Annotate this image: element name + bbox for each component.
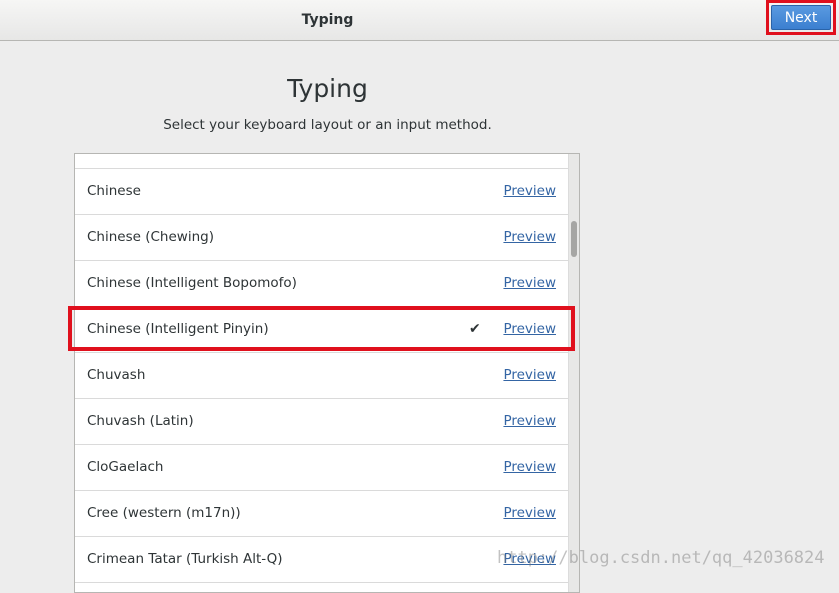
list-item-label: Chinese (Intelligent Bopomofo)	[87, 275, 297, 291]
list-item[interactable]: Cree (western (m17n)) Preview	[75, 491, 568, 537]
page-subtitle: Select your keyboard layout or an input …	[163, 117, 492, 133]
list-item-label: Chuvash	[87, 367, 146, 383]
layout-list-content: Chinese Preview Chinese (Chewing) Previe…	[75, 154, 568, 583]
header-title: Typing	[301, 12, 354, 28]
scrollbar[interactable]	[568, 154, 579, 592]
preview-link[interactable]: Preview	[503, 307, 556, 352]
keyboard-layout-list[interactable]: Chinese Preview Chinese (Chewing) Previe…	[74, 153, 580, 593]
list-item-label: Chinese	[87, 183, 141, 199]
preview-link[interactable]: Preview	[503, 491, 556, 536]
next-button[interactable]: Next	[771, 5, 831, 30]
list-item[interactable]: Chinese (Intelligent Bopomofo) Preview	[75, 261, 568, 307]
list-item-label: Chinese (Chewing)	[87, 229, 214, 245]
list-item-label: Chinese (Intelligent Pinyin)	[87, 321, 269, 337]
list-item[interactable]: Chuvash Preview	[75, 353, 568, 399]
list-item[interactable]: CloGaelach Preview	[75, 445, 568, 491]
preview-link[interactable]: Preview	[503, 261, 556, 306]
preview-link[interactable]: Preview	[503, 215, 556, 260]
list-item-label: CloGaelach	[87, 459, 164, 475]
preview-link[interactable]: Preview	[503, 445, 556, 490]
list-item-partial	[75, 154, 568, 169]
page-title: Typing	[287, 74, 368, 103]
list-item-label: Crimean Tatar (Turkish Alt-Q)	[87, 551, 283, 567]
list-item-label: Cree (western (m17n))	[87, 505, 241, 521]
preview-link[interactable]: Preview	[503, 169, 556, 214]
next-button-highlight: Next	[766, 0, 836, 35]
list-item-selected[interactable]: Chinese (Intelligent Pinyin) ✔ Preview	[75, 307, 568, 353]
preview-link[interactable]: Preview	[503, 537, 556, 582]
scrollbar-thumb[interactable]	[571, 221, 577, 257]
preview-link[interactable]: Preview	[503, 353, 556, 398]
list-item[interactable]: Chinese Preview	[75, 169, 568, 215]
header-bar: Typing Next	[0, 0, 839, 41]
list-item-label: Chuvash (Latin)	[87, 413, 194, 429]
list-item[interactable]: Chinese (Chewing) Preview	[75, 215, 568, 261]
checkmark-icon: ✔	[469, 321, 481, 337]
list-item[interactable]: Chuvash (Latin) Preview	[75, 399, 568, 445]
list-item[interactable]: Crimean Tatar (Turkish Alt-Q) Preview	[75, 537, 568, 583]
preview-link[interactable]: Preview	[503, 399, 556, 444]
